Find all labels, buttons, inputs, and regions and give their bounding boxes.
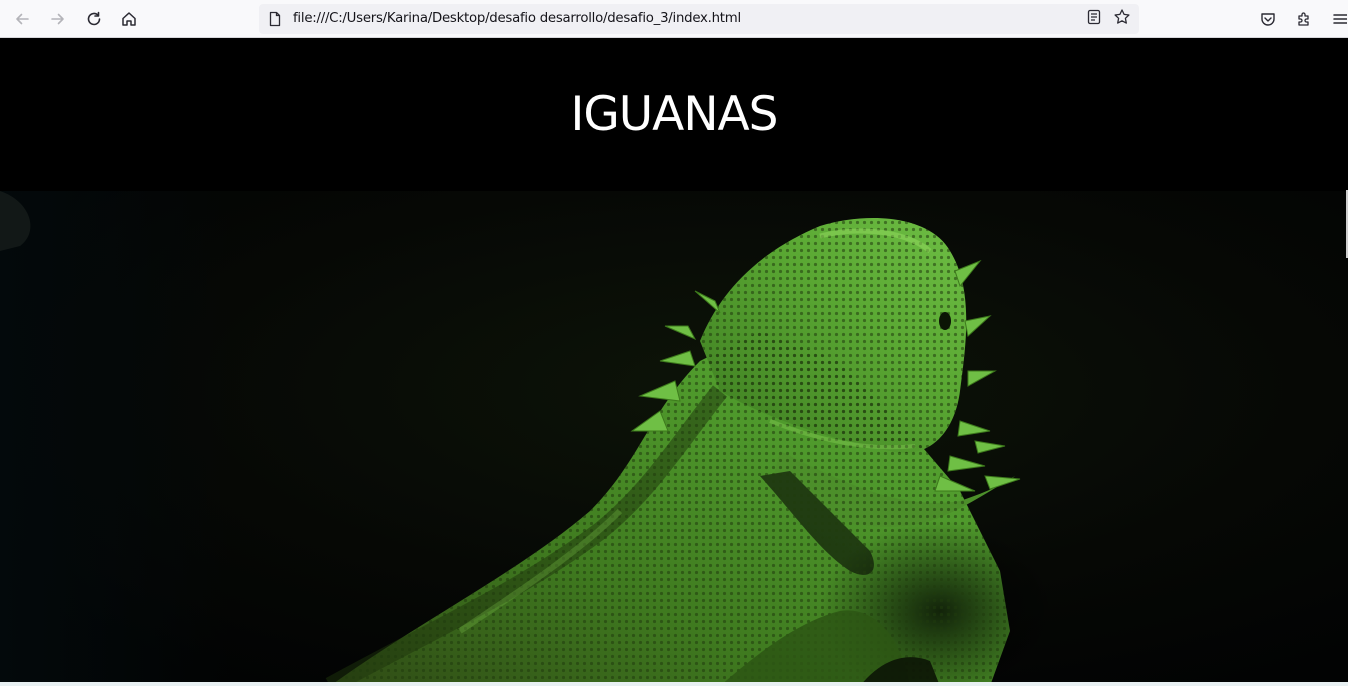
bookmark-button[interactable] bbox=[1113, 8, 1131, 30]
forward-arrow-icon bbox=[49, 10, 67, 28]
back-button[interactable] bbox=[9, 6, 35, 32]
reload-button[interactable] bbox=[81, 6, 107, 32]
url-text: file:///C:/Users/Karina/Desktop/desafio … bbox=[293, 11, 741, 26]
url-bar[interactable]: file:///C:/Users/Karina/Desktop/desafio … bbox=[259, 4, 1139, 34]
reload-icon bbox=[85, 10, 103, 28]
pocket-icon bbox=[1259, 10, 1277, 28]
menu-icon bbox=[1331, 10, 1347, 28]
extensions-icon bbox=[1295, 10, 1313, 28]
page-title: IGUANAS bbox=[570, 86, 779, 142]
site-header: IGUANAS bbox=[0, 39, 1348, 191]
home-button[interactable] bbox=[116, 6, 142, 32]
forward-button[interactable] bbox=[45, 6, 71, 32]
bottom-strip bbox=[0, 682, 1348, 686]
menu-button[interactable] bbox=[1329, 6, 1348, 32]
reader-view-icon bbox=[1086, 9, 1102, 29]
reader-view-button[interactable] bbox=[1085, 9, 1103, 29]
page-icon bbox=[267, 11, 283, 27]
hero-image bbox=[0, 191, 1348, 686]
extensions-button[interactable] bbox=[1291, 6, 1317, 32]
iguana-photo bbox=[0, 191, 1348, 686]
home-icon bbox=[120, 10, 138, 28]
bookmark-star-icon bbox=[1113, 8, 1131, 30]
pocket-button[interactable] bbox=[1255, 6, 1281, 32]
page-content: IGUANAS bbox=[0, 39, 1348, 686]
browser-toolbar: file:///C:/Users/Karina/Desktop/desafio … bbox=[0, 0, 1348, 38]
back-arrow-icon bbox=[13, 10, 31, 28]
